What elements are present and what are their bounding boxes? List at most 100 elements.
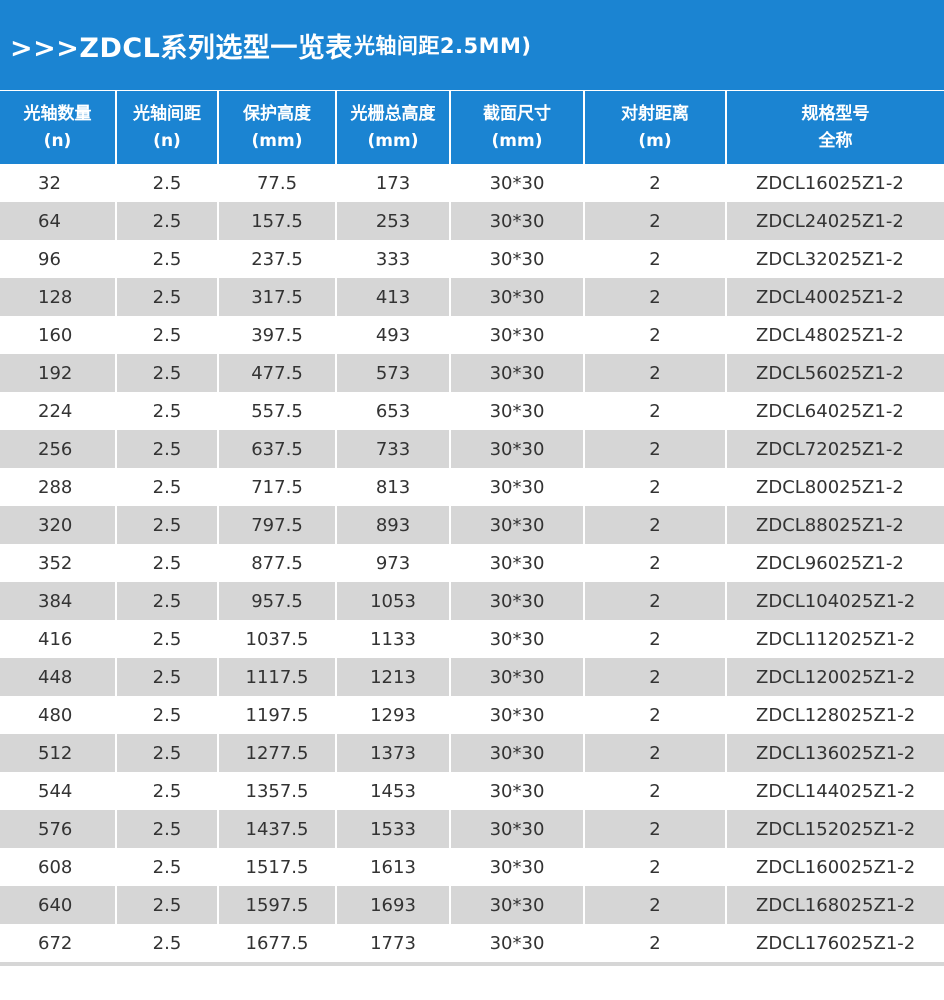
table-cell: 30*30 — [450, 924, 585, 962]
table-cell: 2 — [584, 354, 727, 392]
table-row: 256 2.5 637.5 733 30*30 2 ZDCL72025Z1-2 — [0, 430, 944, 468]
table-cell: 30*30 — [450, 164, 585, 202]
table-cell: 2.5 — [116, 202, 219, 240]
title-banner: >>>ZDCL系列选型一览表 光轴间距2.5MM) — [0, 0, 944, 90]
table-cell: 30*30 — [450, 848, 585, 886]
table-cell: 637.5 — [218, 430, 337, 468]
table-cell: 573 — [336, 354, 451, 392]
table-cell: 2.5 — [116, 278, 219, 316]
column-header-label: 光轴间距 — [133, 103, 201, 124]
table-cell: 30*30 — [450, 696, 585, 734]
table-cell: 2 — [584, 582, 727, 620]
table-cell: ZDCL144025Z1-2 — [726, 772, 944, 810]
table-cell: 320 — [0, 506, 117, 544]
table-cell: 1597.5 — [218, 886, 337, 924]
page-subtitle: 光轴间距2.5MM) — [353, 34, 532, 58]
table-row: 384 2.5 957.5 1053 30*30 2 ZDCL104025Z1-2 — [0, 582, 944, 620]
table-row: 224 2.5 557.5 653 30*30 2 ZDCL64025Z1-2 — [0, 392, 944, 430]
table-cell: 2 — [584, 316, 727, 354]
table-row: 512 2.5 1277.5 1373 30*30 2 ZDCL136025Z1-2 — [0, 734, 944, 772]
table-cell: ZDCL136025Z1-2 — [726, 734, 944, 772]
table-cell: 288 — [0, 468, 117, 506]
table-cell: 2.5 — [116, 354, 219, 392]
table-cell: 1517.5 — [218, 848, 337, 886]
table-cell: ZDCL56025Z1-2 — [726, 354, 944, 392]
table-cell: 2 — [584, 544, 727, 582]
table-cell: 2.5 — [116, 886, 219, 924]
table-cell: 30*30 — [450, 430, 585, 468]
table-cell: 30*30 — [450, 886, 585, 924]
table-row: 672 2.5 1677.5 1773 30*30 2 ZDCL176025Z1-2 — [0, 924, 944, 962]
table-cell: 733 — [336, 430, 451, 468]
column-header-unit: (n) — [43, 130, 72, 151]
column-header: 光轴间距 (n) — [116, 91, 219, 164]
table-cell: 2 — [584, 392, 727, 430]
column-header-label: 对射距离 — [621, 103, 689, 124]
table-cell: 544 — [0, 772, 117, 810]
table-cell: 1117.5 — [218, 658, 337, 696]
table-row: 320 2.5 797.5 893 30*30 2 ZDCL88025Z1-2 — [0, 506, 944, 544]
table-cell: 30*30 — [450, 582, 585, 620]
table-cell: 256 — [0, 430, 117, 468]
table-row: 128 2.5 317.5 413 30*30 2 ZDCL40025Z1-2 — [0, 278, 944, 316]
column-header-label: 光轴数量 — [23, 103, 92, 124]
table-cell: 1213 — [336, 658, 451, 696]
table-cell: 893 — [336, 506, 451, 544]
table-cell: 317.5 — [218, 278, 337, 316]
table-cell: 2.5 — [116, 924, 219, 962]
table-row: 448 2.5 1117.5 1213 30*30 2 ZDCL120025Z1-2 — [0, 658, 944, 696]
table-cell: 2.5 — [116, 848, 219, 886]
table-cell: 2.5 — [116, 772, 219, 810]
table-cell: 30*30 — [450, 544, 585, 582]
table-cell: 2 — [584, 278, 727, 316]
table-cell: 672 — [0, 924, 117, 962]
table-cell: 2.5 — [116, 658, 219, 696]
table-cell: 448 — [0, 658, 117, 696]
table-cell: 1453 — [336, 772, 451, 810]
table-cell: 973 — [336, 544, 451, 582]
column-header: 光轴数量 (n) — [0, 91, 117, 164]
table-cell: 1197.5 — [218, 696, 337, 734]
table-cell: 2 — [584, 202, 727, 240]
table-cell: 1773 — [336, 924, 451, 962]
table-row-partial — [0, 962, 944, 966]
table-cell: 2 — [584, 468, 727, 506]
table-cell: 1133 — [336, 620, 451, 658]
column-header-unit: (m) — [638, 130, 672, 151]
table-cell: 957.5 — [218, 582, 337, 620]
table-cell: 30*30 — [450, 506, 585, 544]
table-cell: ZDCL112025Z1-2 — [726, 620, 944, 658]
table-cell: 2 — [584, 696, 727, 734]
table-row: 352 2.5 877.5 973 30*30 2 ZDCL96025Z1-2 — [0, 544, 944, 582]
table-cell: 877.5 — [218, 544, 337, 582]
column-header: 截面尺寸 (mm) — [450, 91, 585, 164]
table-cell: 2 — [584, 848, 727, 886]
spec-table: 光轴数量 (n) 光轴间距 (n) 保护高度 (mm) 光栅总高度 (mm) 截面尺寸 (mm) 对… — [0, 91, 944, 962]
column-header-label: 规格型号 — [801, 103, 870, 124]
table-row: 416 2.5 1037.5 1133 30*30 2 ZDCL112025Z1-2 — [0, 620, 944, 658]
table-cell: 96 — [0, 240, 117, 278]
table-cell: ZDCL160025Z1-2 — [726, 848, 944, 886]
table-cell: 224 — [0, 392, 117, 430]
column-header-label: 保护高度 — [243, 103, 311, 124]
table-cell: 1373 — [336, 734, 451, 772]
table-cell: ZDCL64025Z1-2 — [726, 392, 944, 430]
header-row: 光轴数量 (n) 光轴间距 (n) 保护高度 (mm) 光栅总高度 (mm) 截面尺寸 (mm) 对… — [0, 91, 944, 164]
table-cell: 333 — [336, 240, 451, 278]
column-header-label: 截面尺寸 — [483, 103, 551, 124]
table-cell: 2.5 — [116, 696, 219, 734]
table-cell: ZDCL48025Z1-2 — [726, 316, 944, 354]
table-cell: 1277.5 — [218, 734, 337, 772]
table-row: 480 2.5 1197.5 1293 30*30 2 ZDCL128025Z1-2 — [0, 696, 944, 734]
table-body: 32 2.5 77.5 173 30*30 2 ZDCL16025Z1-2 64 2.5 157.… — [0, 164, 944, 962]
table-cell: 160 — [0, 316, 117, 354]
table-cell: 2 — [584, 430, 727, 468]
table-cell: 2.5 — [116, 468, 219, 506]
table-row: 192 2.5 477.5 573 30*30 2 ZDCL56025Z1-2 — [0, 354, 944, 392]
table-cell: 512 — [0, 734, 117, 772]
table-cell: 557.5 — [218, 392, 337, 430]
table-cell: 477.5 — [218, 354, 337, 392]
table-cell: 192 — [0, 354, 117, 392]
table-row: 608 2.5 1517.5 1613 30*30 2 ZDCL160025Z1-2 — [0, 848, 944, 886]
table-cell: ZDCL24025Z1-2 — [726, 202, 944, 240]
